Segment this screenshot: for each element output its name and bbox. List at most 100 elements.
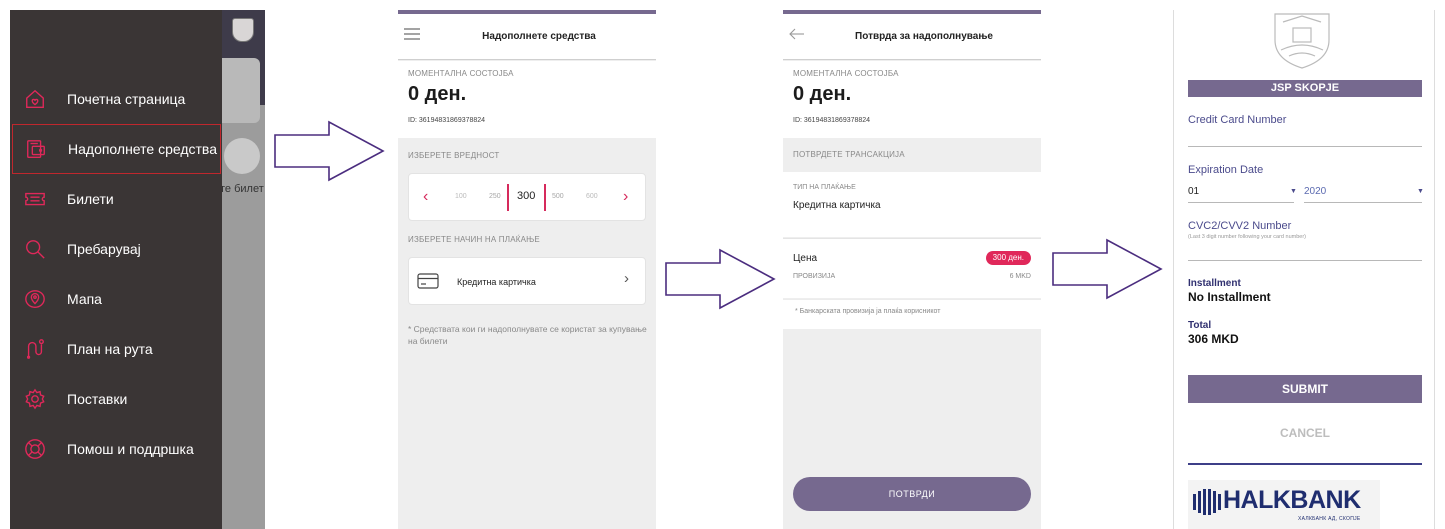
submit-button[interactable]: SUBMIT — [1188, 375, 1422, 403]
menu-item-label: Поставки — [67, 391, 128, 407]
chevron-left-icon[interactable]: ‹ — [423, 188, 428, 206]
background-card — [220, 58, 260, 123]
balance-panel: МОМЕНТАЛНА СОСТОЈБА 0 ден. ID: 361948318… — [398, 61, 656, 138]
search-icon — [26, 240, 45, 259]
dropdown-caret-icon: ▼ — [1290, 188, 1297, 195]
exp-year-select[interactable]: 2020 ▼ — [1304, 186, 1424, 197]
dropdown-caret-icon: ▼ — [1417, 188, 1424, 195]
drawer-menu: Почетна страница Надополнете средства Би… — [10, 10, 222, 529]
balance-panel: МОМЕНТАЛНА СОСТОЈБА 0 ден. ID: 361948318… — [783, 61, 1041, 138]
menu-item-label: Помош и поддршка — [67, 441, 194, 457]
price-panel: Цена 300 ден. ПРОВИЗИЈА 6 MKD — [783, 238, 1041, 298]
flow-arrow-3 — [1052, 238, 1163, 300]
menu-item-label: Пребарувај — [67, 241, 141, 257]
merchant-banner: JSP SKOPJE — [1188, 80, 1422, 97]
menu-item-map[interactable]: Мапа — [10, 274, 222, 324]
top-up-screen: Надополнете средства МОМЕНТАЛНА СОСТОЈБА… — [398, 10, 656, 529]
menu-item-top-up[interactable]: Надополнете средства — [12, 124, 221, 174]
cvc-input[interactable] — [1188, 260, 1422, 261]
menu-item-label: Билети — [67, 191, 114, 207]
menu-item-label: Мапа — [67, 291, 102, 307]
flow-arrow-2 — [665, 248, 776, 310]
balance-amount: 0 ден. — [408, 83, 467, 105]
value-option[interactable]: 100 — [455, 193, 467, 200]
menu-item-help[interactable]: Помош и поддршка — [10, 424, 222, 474]
cancel-button[interactable]: CANCEL — [1188, 426, 1422, 440]
exp-year-underline — [1304, 202, 1422, 203]
value-option-selected[interactable]: 300 — [517, 190, 535, 202]
price-badge: 300 ден. — [985, 251, 1031, 265]
menu-item-label: Почетна страница — [67, 91, 186, 107]
confirm-transaction-label: ПОТВРДЕТЕ ТРАНСАКЦИЈА — [793, 150, 905, 159]
chevron-right-icon: › — [624, 270, 629, 287]
top-up-note: * Средствата кои ги надополнувате се кор… — [408, 324, 647, 346]
background-ticket-icon — [224, 138, 260, 174]
installment-label: Installment — [1188, 278, 1241, 289]
bank-name: HALKBANK — [1223, 486, 1361, 514]
menu-item-tickets[interactable]: Билети — [10, 174, 222, 224]
menu-item-label: Надополнете средства — [68, 141, 217, 157]
city-crest-icon — [232, 18, 254, 42]
payment-method-row[interactable]: Кредитна картичка › — [408, 257, 646, 305]
payment-type-panel: ТИП НА ПЛАЌАЊЕ Кредитна картичка — [783, 172, 1041, 237]
chevron-right-icon[interactable]: › — [623, 188, 628, 206]
wallet-icon — [27, 140, 45, 158]
exp-month-select[interactable]: 01 ▼ — [1188, 186, 1297, 197]
fee-value: 6 MKD — [1009, 273, 1031, 280]
halkbank-mark-icon — [1193, 489, 1221, 515]
menu-item-label: План на рута — [67, 341, 153, 357]
card-number-input[interactable] — [1188, 146, 1422, 147]
fee-note: * Банкарската провизија ја плаќа корисни… — [795, 308, 941, 315]
choose-method-label: ИЗБЕРЕТЕ НАЧИН НА ПЛАЌАЊЕ — [408, 235, 540, 244]
payment-type-label: ТИП НА ПЛАЌАЊЕ — [793, 184, 856, 191]
map-pin-icon — [25, 290, 45, 308]
fee-note-panel: * Банкарската провизија ја плаќа корисни… — [783, 299, 1041, 329]
menu-item-search[interactable]: Пребарувај — [10, 224, 222, 274]
confirm-button[interactable]: ПОТВРДИ — [793, 477, 1031, 511]
total-value: 306 MKD — [1188, 332, 1239, 346]
selection-marker — [544, 184, 546, 211]
installment-value: No Installment — [1188, 290, 1271, 304]
fee-label: ПРОВИЗИЈА — [793, 273, 836, 280]
card-number-label: Credit Card Number — [1188, 114, 1287, 126]
exp-month-underline — [1188, 202, 1294, 203]
balance-label: МОМЕНТАЛНА СОСТОЈБА — [793, 69, 899, 78]
page-title: Потврда за надополнување — [855, 31, 993, 42]
confirm-top-up-screen: Потврда за надополнување МОМЕНТАЛНА СОСТ… — [783, 10, 1041, 529]
gear-icon — [25, 388, 45, 410]
bank-logo: HALKBANK ХАЛКБАНК АД, СКОПЈЕ — [1188, 480, 1380, 529]
menu-item-home[interactable]: Почетна страница — [10, 74, 222, 124]
selection-marker — [507, 184, 509, 211]
divider — [1188, 463, 1422, 465]
confirm-section-header: ПОТВРДЕТЕ ТРАНСАКЦИЈА — [783, 141, 1041, 171]
account-id: ID: 36194831869378824 — [793, 117, 871, 124]
balance-amount: 0 ден. — [793, 83, 852, 105]
value-option[interactable]: 600 — [586, 193, 598, 200]
background-app-content: те билет — [220, 10, 265, 529]
account-id: ID: 36194831869378824 — [408, 117, 486, 124]
balance-label: МОМЕНТАЛНА СОСТОЈБА — [408, 69, 514, 78]
cvc-hint: (Last 3 digit number following your card… — [1188, 234, 1307, 240]
menu-item-route-plan[interactable]: План на рута — [10, 324, 222, 374]
app-bar: Надополнете средства — [398, 14, 656, 60]
payment-type-value: Кредитна картичка — [793, 200, 881, 211]
value-picker[interactable]: ‹ 100 250 300 500 600 › — [408, 173, 646, 221]
menu-item-settings[interactable]: Поставки — [10, 374, 222, 424]
bank-payment-screen: JSP SKOPJE Credit Card Number Expiration… — [1173, 10, 1435, 529]
value-option[interactable]: 500 — [552, 193, 564, 200]
city-crest-icon — [1274, 13, 1330, 69]
exp-year-value: 2020 — [1304, 186, 1327, 197]
total-label: Total — [1188, 320, 1212, 331]
flow-arrow-1 — [274, 120, 385, 182]
app-bar: Потврда за надополнување — [783, 14, 1041, 60]
choose-value-label: ИЗБЕРЕТЕ ВРЕДНОСТ — [408, 151, 500, 160]
credit-card-icon — [417, 273, 439, 289]
price-label: Цена — [793, 253, 818, 264]
payment-method-label: Кредитна картичка — [457, 277, 536, 287]
background-ticket-label: те билет — [220, 183, 264, 195]
value-option[interactable]: 250 — [489, 193, 501, 200]
home-icon — [26, 89, 44, 108]
page-title: Надополнете средства — [482, 31, 596, 42]
navigation-drawer-screen: те билет Почетна страница Надополнете ср… — [10, 10, 265, 529]
lifebuoy-icon — [25, 439, 45, 459]
